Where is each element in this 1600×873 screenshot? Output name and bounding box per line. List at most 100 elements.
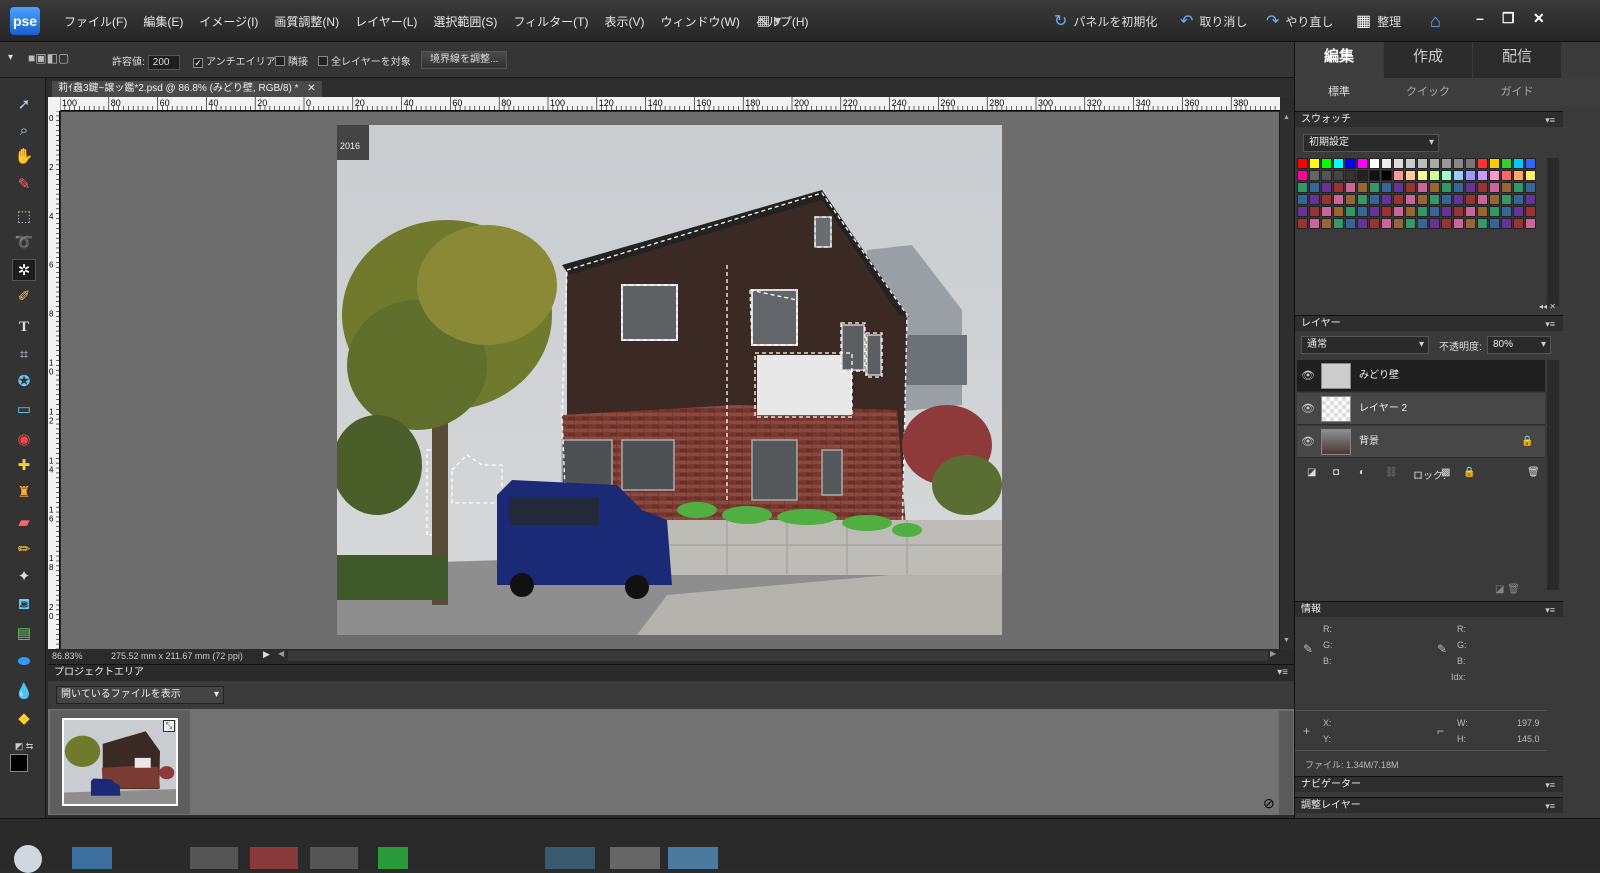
taskbar-app[interactable] [668, 847, 718, 869]
hand-tool-icon[interactable]: ✋ [12, 146, 36, 168]
taskbar-app[interactable] [545, 847, 595, 869]
color-swatch[interactable] [1525, 218, 1536, 229]
color-swatch[interactable] [1357, 182, 1368, 193]
tab-create[interactable]: 作成 [1384, 42, 1472, 78]
color-swatch[interactable] [1321, 158, 1332, 169]
color-swatch[interactable] [1321, 194, 1332, 205]
type-tool-icon[interactable]: T [12, 316, 36, 338]
taskbar-app[interactable] [190, 847, 238, 869]
document-image[interactable]: 2016 [337, 125, 1002, 635]
brush-tool-icon[interactable]: ✏ [12, 539, 36, 561]
color-swatch[interactable] [1525, 194, 1536, 205]
color-swatch[interactable] [1417, 158, 1428, 169]
link-icon[interactable]: ⛓ [1385, 467, 1398, 478]
color-swatch[interactable] [1381, 182, 1392, 193]
color-swatch[interactable] [1525, 158, 1536, 169]
healing-brush-tool-icon[interactable]: ✚ [12, 455, 36, 477]
color-swatch[interactable] [1345, 206, 1356, 217]
color-swatch[interactable] [1453, 170, 1464, 181]
blur-tool-icon[interactable]: 💧 [12, 681, 36, 703]
color-swatch[interactable] [1429, 218, 1440, 229]
layer-row[interactable]: 👁 背景 🔒 [1297, 426, 1545, 458]
color-swatch[interactable] [1369, 182, 1380, 193]
color-swatch[interactable] [1405, 194, 1416, 205]
home-button[interactable]: ⌂ [1430, 11, 1441, 31]
panel-menu-icon[interactable]: ▾≡ [1545, 798, 1555, 814]
color-swatch[interactable] [1357, 206, 1368, 217]
foreground-color-swatch[interactable] [10, 754, 28, 772]
swatch-preset-dropdown[interactable]: 初期設定 [1303, 134, 1439, 152]
undo-button[interactable]: ↶ 取り消し [1180, 12, 1247, 30]
color-swatch[interactable] [1429, 170, 1440, 181]
swatch-grid[interactable] [1297, 158, 1543, 230]
color-swatch[interactable] [1333, 182, 1344, 193]
straighten-tool-icon[interactable]: ▭ [12, 399, 36, 421]
color-swatch[interactable] [1381, 206, 1392, 217]
color-swatch[interactable] [1489, 158, 1500, 169]
color-swatch[interactable] [1441, 170, 1452, 181]
color-swatch[interactable] [1489, 218, 1500, 229]
color-swatch[interactable] [1525, 206, 1536, 217]
panel-footer-icons[interactable]: ◪ 🗑 [1495, 584, 1520, 595]
quick-selection-tool-icon[interactable]: ✐ [12, 286, 36, 308]
color-swatch[interactable] [1501, 170, 1512, 181]
organize-button[interactable]: ▦ 整理 [1356, 12, 1401, 30]
expand-icon[interactable]: ⤡ [163, 720, 175, 732]
layer-row[interactable]: 👁 みどり壁 [1297, 360, 1545, 392]
opacity-input[interactable]: 80% [1487, 336, 1551, 354]
blend-mode-dropdown[interactable]: 通常 [1301, 336, 1429, 354]
zoom-tool-icon[interactable]: ⌕ [12, 120, 36, 142]
tool-preset-icon[interactable]: ▾ [8, 52, 13, 63]
color-swatch[interactable] [1513, 194, 1524, 205]
color-swatch[interactable] [1465, 218, 1476, 229]
open-file-thumbnail[interactable] [62, 718, 178, 806]
color-swatch[interactable] [1513, 218, 1524, 229]
color-swatch[interactable] [1333, 206, 1344, 217]
color-swatch[interactable] [1369, 170, 1380, 181]
color-swatch[interactable] [1489, 206, 1500, 217]
color-swatch[interactable] [1453, 158, 1464, 169]
color-swatch[interactable] [1513, 206, 1524, 217]
color-swatch[interactable] [1309, 206, 1320, 217]
new-layer-icon[interactable]: ◪ [1307, 467, 1316, 478]
color-swatch[interactable] [1525, 182, 1536, 193]
magic-wand-tool-icon[interactable]: ✲ [12, 259, 36, 281]
color-swatch[interactable] [1465, 158, 1476, 169]
panel-menu-icon[interactable]: ▾≡ [1545, 316, 1555, 332]
color-swatch[interactable] [1405, 206, 1416, 217]
menu-image[interactable]: イメージ(I) [191, 13, 266, 30]
eye-icon[interactable]: 👁 [1301, 393, 1315, 425]
color-swatch[interactable] [1381, 218, 1392, 229]
color-swatch[interactable] [1501, 206, 1512, 217]
color-swatch[interactable] [1465, 170, 1476, 181]
layout-grid-icon[interactable]: ▦ ▾ [757, 12, 785, 30]
color-swatch[interactable] [1405, 170, 1416, 181]
color-swatch[interactable] [1393, 194, 1404, 205]
color-swatch[interactable] [1513, 182, 1524, 193]
color-swatch[interactable] [1417, 170, 1428, 181]
color-swatch[interactable] [1525, 170, 1536, 181]
lock-all-icon[interactable]: 🔒 [1463, 467, 1475, 478]
menu-filter[interactable]: フィルター(T) [505, 13, 596, 30]
all-layers-checkbox[interactable]: 全レイヤーを対象 [318, 53, 411, 68]
color-swatch[interactable] [1513, 158, 1524, 169]
sponge-tool-icon[interactable]: ◆ [12, 708, 36, 730]
color-swatch[interactable] [1393, 206, 1404, 217]
color-swatch[interactable] [1297, 158, 1308, 169]
color-swatch[interactable] [1489, 182, 1500, 193]
color-swatch[interactable] [1429, 194, 1440, 205]
color-swatch[interactable] [1345, 170, 1356, 181]
crop-tool-icon[interactable]: ⌗ [12, 344, 36, 366]
color-swatch[interactable] [1501, 218, 1512, 229]
color-swatch[interactable] [1405, 218, 1416, 229]
color-swatch[interactable] [1309, 182, 1320, 193]
reset-panels-button[interactable]: ↻ パネルを初期化 [1054, 12, 1157, 30]
menu-edit[interactable]: 編集(E) [135, 13, 191, 30]
color-swatch[interactable] [1297, 206, 1308, 217]
panel-menu-icon[interactable]: ▾≡ [1277, 665, 1288, 681]
color-swatch[interactable] [1369, 206, 1380, 217]
panel-menu-icon[interactable]: ▾≡ [1545, 112, 1555, 128]
color-swatch[interactable] [1321, 206, 1332, 217]
layers-scrollbar[interactable] [1547, 360, 1559, 590]
menu-select[interactable]: 選択範囲(S) [425, 13, 505, 30]
